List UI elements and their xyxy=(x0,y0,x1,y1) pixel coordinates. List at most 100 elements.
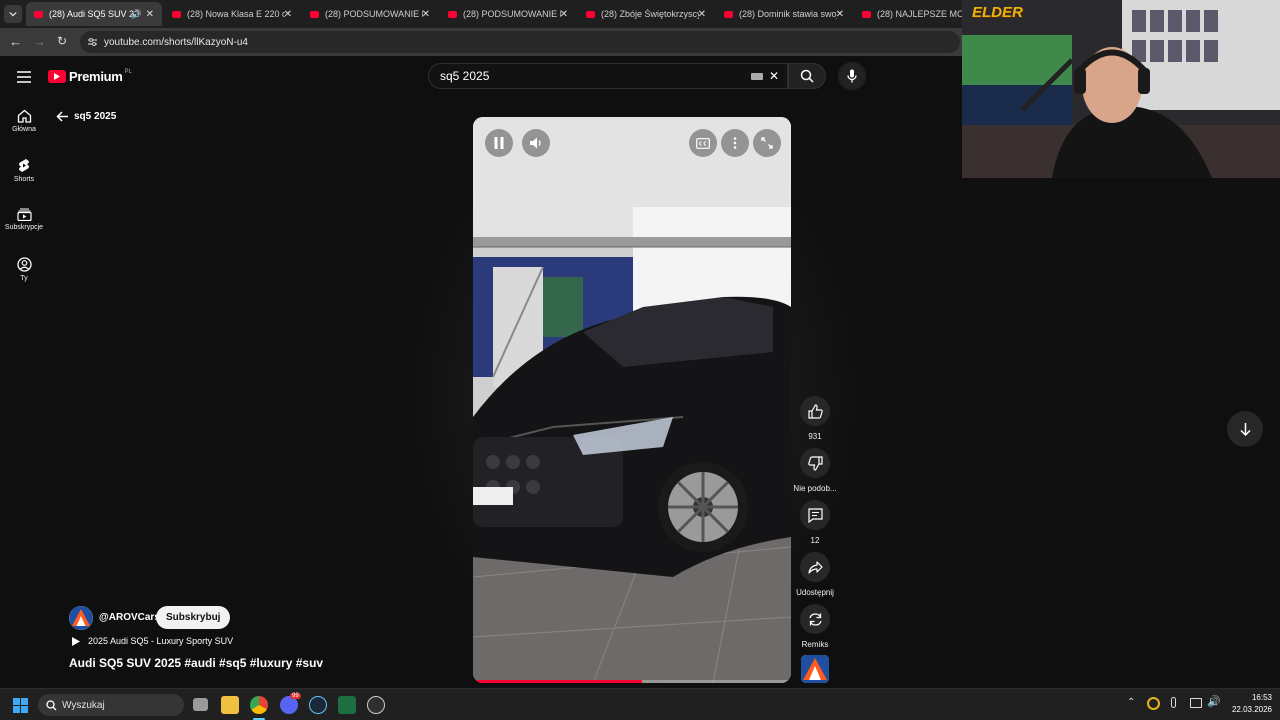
more-options-button[interactable] xyxy=(721,129,749,157)
close-tab-icon[interactable]: ✕ xyxy=(836,9,844,20)
reload-icon[interactable]: ↻ xyxy=(57,34,67,48)
browser-tab[interactable]: (28) PODSUMOWANIE FA ✕ xyxy=(440,2,576,26)
menu-icon[interactable] xyxy=(17,70,31,88)
keyboard-icon[interactable] xyxy=(751,73,763,80)
volume-button[interactable] xyxy=(522,129,550,157)
tab-list-chevron-icon[interactable] xyxy=(4,5,22,23)
obs-icon[interactable] xyxy=(367,696,385,714)
youtube-favicon-icon xyxy=(34,10,43,18)
video-title: Audi SQ5 SUV 2025 #audi #sq5 #luxury #su… xyxy=(69,656,324,670)
clock-time: 16:53 xyxy=(1251,693,1272,702)
url-text: youtube.com/shorts/llKazyoN-u4 xyxy=(104,36,248,48)
back-arrow-icon[interactable]: ← xyxy=(9,34,22,49)
speaker-icon[interactable]: 🔊 xyxy=(131,9,142,20)
sidebar-item-shorts[interactable]: Shorts xyxy=(0,158,48,183)
browser-tab[interactable]: (28) Nowa Klasa E 220 d ✕ xyxy=(164,2,300,26)
channel-logo-icon xyxy=(69,606,93,630)
volume-icon xyxy=(530,137,541,149)
close-tab-icon[interactable]: ✕ xyxy=(284,9,292,20)
close-tab-icon[interactable]: ✕ xyxy=(698,9,706,20)
video-progress-fill xyxy=(473,680,642,683)
channel-handle[interactable]: @AROVCars xyxy=(99,612,160,623)
dislike-button[interactable] xyxy=(800,448,830,478)
clear-search-icon[interactable]: ✕ xyxy=(769,69,779,83)
video-progress-track[interactable] xyxy=(473,680,791,683)
task-view-icon[interactable] xyxy=(193,698,208,711)
region-badge: PL xyxy=(124,68,132,75)
sound-thumbnail[interactable] xyxy=(801,655,829,683)
subscriptions-icon xyxy=(16,208,32,221)
close-tab-icon[interactable]: ✕ xyxy=(146,9,154,20)
forward-arrow-icon[interactable]: → xyxy=(33,34,46,49)
file-explorer-icon[interactable] xyxy=(221,696,239,714)
webcam-overlay: ELDER xyxy=(962,0,1280,178)
subscribe-button[interactable]: Subskrybuj xyxy=(156,606,231,629)
back-arrow-icon xyxy=(56,111,68,122)
start-button[interactable] xyxy=(13,698,28,718)
network-icon[interactable] xyxy=(1190,698,1202,708)
clock-date: 22.03.2026 xyxy=(1231,705,1272,714)
search-input[interactable]: sq5 2025 ✕ xyxy=(428,63,788,89)
voice-search-button[interactable] xyxy=(838,62,866,90)
search-button[interactable] xyxy=(788,63,826,89)
share-button[interactable] xyxy=(800,552,830,582)
youtube-premium-logo[interactable]: Premium PL xyxy=(48,69,132,84)
sidebar-item-you[interactable]: Ty xyxy=(0,257,48,282)
microphone-tray-icon[interactable] xyxy=(1171,697,1176,708)
comment-icon xyxy=(807,507,823,523)
address-bar[interactable]: youtube.com/shorts/llKazyoN-u4 xyxy=(80,31,960,53)
excel-icon[interactable] xyxy=(338,696,356,714)
channel-avatar[interactable] xyxy=(69,606,93,630)
remix-button[interactable] xyxy=(800,604,830,634)
browser-tab[interactable]: (28) Dominik stawia swoje ✕ xyxy=(716,2,852,26)
expand-icon xyxy=(761,137,773,149)
like-button[interactable] xyxy=(800,396,830,426)
pause-button[interactable] xyxy=(485,129,513,157)
sidebar-item-label: Główna xyxy=(12,126,36,133)
youtube-favicon-icon xyxy=(724,10,733,18)
dislike-label: Nie podob... xyxy=(793,484,837,493)
home-icon xyxy=(17,109,31,123)
remix-label: Remiks xyxy=(801,640,829,649)
chrome-icon[interactable] xyxy=(250,696,268,714)
more-vert-icon xyxy=(733,137,737,149)
stream-overlay-logo: ELDER xyxy=(972,4,1023,21)
browser-tab[interactable]: (28) Zbóje Świętokrzyscy ✕ xyxy=(578,2,714,26)
back-label: sq5 2025 xyxy=(74,111,117,122)
close-tab-icon[interactable]: ✕ xyxy=(560,9,568,20)
share-icon xyxy=(807,560,823,574)
sidebar-item-subscriptions[interactable]: Subskrypcje xyxy=(0,208,48,231)
like-count: 931 xyxy=(808,432,822,441)
captions-icon xyxy=(696,137,710,149)
play-icon xyxy=(72,636,80,646)
tray-overflow-icon[interactable]: ⌃ xyxy=(1127,697,1135,708)
remix-icon xyxy=(808,612,822,626)
taskbar-search[interactable]: Wyszukaj xyxy=(38,694,184,716)
comment-count: 12 xyxy=(810,536,820,545)
windows-logo-icon xyxy=(13,698,28,713)
site-settings-icon[interactable] xyxy=(87,37,98,47)
related-video-link[interactable]: 2025 Audi SQ5 - Luxury Sporty SUV xyxy=(72,636,233,646)
browser-tab[interactable]: (28) NAJLEPSZE MOME xyxy=(854,2,962,26)
arrow-down-icon xyxy=(1239,422,1251,436)
back-to-search-button[interactable]: sq5 2025 xyxy=(56,111,116,122)
shorts-icon xyxy=(19,159,29,172)
steam-icon[interactable] xyxy=(309,696,327,714)
sidebar-item-home[interactable]: Główna xyxy=(0,109,48,133)
notification-badge: 99 xyxy=(290,693,301,699)
browser-tab[interactable]: (28) PODSUMOWANIE FA ✕ xyxy=(302,2,438,26)
youtube-favicon-icon xyxy=(172,10,181,18)
close-tab-icon[interactable]: ✕ xyxy=(422,9,430,20)
fullscreen-button[interactable] xyxy=(753,129,781,157)
related-video-label: 2025 Audi SQ5 - Luxury Sporty SUV xyxy=(88,636,234,646)
next-short-button[interactable] xyxy=(1227,411,1263,447)
volume-tray-icon[interactable]: 🔊 xyxy=(1207,695,1221,708)
shorts-video-player[interactable] xyxy=(473,117,791,683)
sync-icon[interactable] xyxy=(1147,697,1160,710)
captions-button[interactable] xyxy=(689,129,717,157)
comments-button[interactable] xyxy=(800,500,830,530)
search-query: sq5 2025 xyxy=(440,69,490,83)
windows-taskbar: Wyszukaj 99 ⌃ 🔊 16:53 22.03.2026 xyxy=(0,688,1280,720)
browser-tab[interactable]: (28) Audi SQ5 SUV 20 🔊 ✕ xyxy=(26,2,162,26)
clock[interactable]: 16:53 22.03.2026 xyxy=(1226,692,1272,716)
